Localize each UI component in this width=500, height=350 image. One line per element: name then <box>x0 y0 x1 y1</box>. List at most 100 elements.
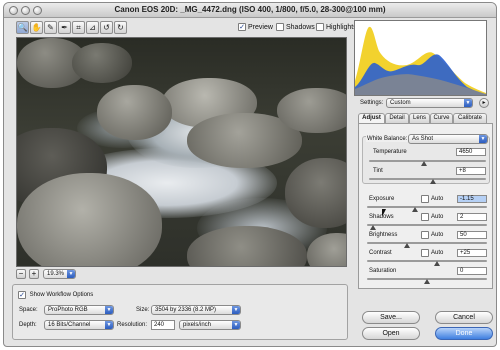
brightness-slider[interactable] <box>367 242 487 244</box>
size-select[interactable]: 3504 by 2336 (8.2 MP) ▼ <box>151 305 241 315</box>
shadows-auto-option[interactable]: Auto <box>421 213 443 221</box>
exposure-slider[interactable] <box>367 206 487 208</box>
resolution-unit-select[interactable]: pixels/inch ▼ <box>179 320 241 330</box>
hand-tool-icon[interactable]: ✋ <box>30 21 43 34</box>
save-button[interactable]: Save... <box>362 311 420 324</box>
title-bar: Canon EOS 20D: _MG_4472.dng (ISO 400, 1/… <box>4 3 496 18</box>
show-workflow-label: Show Workflow Options <box>29 292 94 298</box>
white-balance-group: White Balance: As Shot ▼ Temperature 465… <box>362 134 490 184</box>
contrast-auto-checkbox[interactable] <box>421 249 429 257</box>
size-label: Size: <box>136 307 150 313</box>
settings-select[interactable]: Custom ▼ <box>386 98 473 108</box>
shadows-clipping-option[interactable]: Shadows <box>276 23 315 31</box>
settings-row: Settings: Custom ▼ ▸ <box>354 98 493 110</box>
zoom-level-select[interactable]: 19.3% ▼ <box>43 269 76 279</box>
rotate-right-icon[interactable]: ↻ <box>114 21 127 34</box>
show-workflow-checkbox[interactable]: ✓ <box>18 291 26 299</box>
shadows-auto-checkbox[interactable] <box>421 213 429 221</box>
brightness-auto-checkbox[interactable] <box>421 231 429 239</box>
brightness-slider-knob[interactable] <box>403 243 410 248</box>
settings-label: Settings: <box>360 100 384 106</box>
tab-detail[interactable]: Detail <box>385 113 409 123</box>
rotate-left-icon[interactable]: ↺ <box>100 21 113 34</box>
tint-slider[interactable] <box>369 178 486 180</box>
tab-lens[interactable]: Lens <box>409 113 430 123</box>
depth-label: Depth: <box>19 322 37 328</box>
preview-checkbox[interactable]: ✓ <box>238 23 246 31</box>
brightness-auto-option[interactable]: Auto <box>421 231 443 239</box>
done-button[interactable]: Done <box>435 327 493 340</box>
saturation-slider-knob[interactable] <box>424 279 430 284</box>
window-title: Canon EOS 20D: _MG_4472.dng (ISO 400, 1/… <box>114 5 386 14</box>
exposure-auto-label: Auto <box>431 196 444 202</box>
shadows-field[interactable]: 2 <box>457 213 487 221</box>
zoom-level-value: 19.3% <box>47 271 65 277</box>
workflow-options: ✓ Show Workflow Options Space: ProPhoto … <box>12 284 348 340</box>
brightness-label: Brightness <box>369 232 398 238</box>
contrast-slider-knob[interactable] <box>433 261 440 266</box>
white-balance-select[interactable]: As Shot ▼ <box>408 134 488 144</box>
camera-raw-window: Canon EOS 20D: _MG_4472.dng (ISO 400, 1/… <box>3 2 497 347</box>
chevron-down-icon: ▼ <box>105 306 113 314</box>
resolution-label: Resolution: <box>117 322 148 328</box>
highlights-checkbox[interactable] <box>316 23 324 31</box>
shadows-label: Shadows <box>286 23 315 31</box>
contrast-field[interactable]: +25 <box>457 249 487 257</box>
tab-curve[interactable]: Curve <box>430 113 453 123</box>
exposure-field[interactable]: -1.15 <box>457 195 487 203</box>
white-balance-tool-icon[interactable]: ✎ <box>44 21 57 34</box>
color-sampler-tool-icon[interactable]: ✒ <box>58 21 71 34</box>
histogram-graph <box>355 26 486 95</box>
tint-slider-knob[interactable] <box>430 179 437 184</box>
saturation-field[interactable]: 0 <box>457 267 487 275</box>
shadows-checkbox[interactable] <box>276 23 284 31</box>
exposure-slider-knob[interactable] <box>412 207 418 212</box>
space-select[interactable]: ProPhoto RGB ▼ <box>44 305 114 315</box>
tab-calibrate[interactable]: Calibrate <box>453 113 487 123</box>
cancel-button[interactable]: Cancel <box>435 311 493 324</box>
depth-value: 16 Bits/Channel <box>48 322 91 328</box>
saturation-label: Saturation <box>369 268 397 274</box>
space-value: ProPhoto RGB <box>48 307 88 313</box>
highlights-clipping-option[interactable]: Highlights <box>316 23 357 31</box>
highlights-label: Highlights <box>326 23 357 31</box>
shadows-slider-knob[interactable] <box>370 225 376 230</box>
chevron-down-icon: ▼ <box>464 99 472 107</box>
temperature-slider[interactable] <box>369 160 486 162</box>
depth-select[interactable]: 16 Bits/Channel ▼ <box>44 320 114 330</box>
temperature-field[interactable]: 4650 <box>456 148 486 156</box>
temperature-slider-knob[interactable] <box>420 161 427 166</box>
chevron-down-icon: ▼ <box>232 306 240 314</box>
contrast-auto-option[interactable]: Auto <box>421 249 443 257</box>
histogram <box>354 20 487 96</box>
brightness-field[interactable]: 50 <box>457 231 487 239</box>
resolution-field[interactable]: 240 <box>151 320 175 330</box>
temperature-label: Temperature <box>373 149 407 155</box>
chevron-down-icon: ▼ <box>232 321 240 329</box>
settings-value: Custom <box>390 100 411 106</box>
zoom-out-button[interactable]: − <box>16 269 26 279</box>
shadows-slider[interactable] <box>367 224 487 226</box>
crop-tool-icon[interactable]: ⌗ <box>72 21 85 34</box>
zoom-tool-icon[interactable]: 🔍 <box>16 21 29 34</box>
contrast-auto-label: Auto <box>431 250 444 256</box>
chevron-down-icon: ▼ <box>67 270 75 278</box>
chevron-down-icon: ▼ <box>105 321 113 329</box>
tint-field[interactable]: +8 <box>456 167 486 175</box>
preview-label: Preview <box>248 23 273 31</box>
settings-menu-icon[interactable]: ▸ <box>479 98 489 108</box>
white-balance-label: White Balance: <box>366 136 409 142</box>
straighten-tool-icon[interactable]: ⊿ <box>86 21 99 34</box>
zoom-in-button[interactable]: + <box>29 269 39 279</box>
contrast-slider[interactable] <box>367 260 487 262</box>
open-button[interactable]: Open <box>362 327 420 340</box>
contrast-label: Contrast <box>369 250 392 256</box>
image-preview[interactable] <box>16 37 347 267</box>
mouse-cursor-icon <box>382 209 386 217</box>
preview-option[interactable]: ✓ Preview <box>238 23 273 31</box>
size-value: 3504 by 2336 (8.2 MP) <box>155 307 217 313</box>
space-label: Space: <box>19 307 38 313</box>
exposure-auto-checkbox[interactable] <box>421 195 429 203</box>
show-workflow-option[interactable]: ✓ Show Workflow Options <box>18 291 93 299</box>
exposure-auto-option[interactable]: Auto <box>421 195 443 203</box>
